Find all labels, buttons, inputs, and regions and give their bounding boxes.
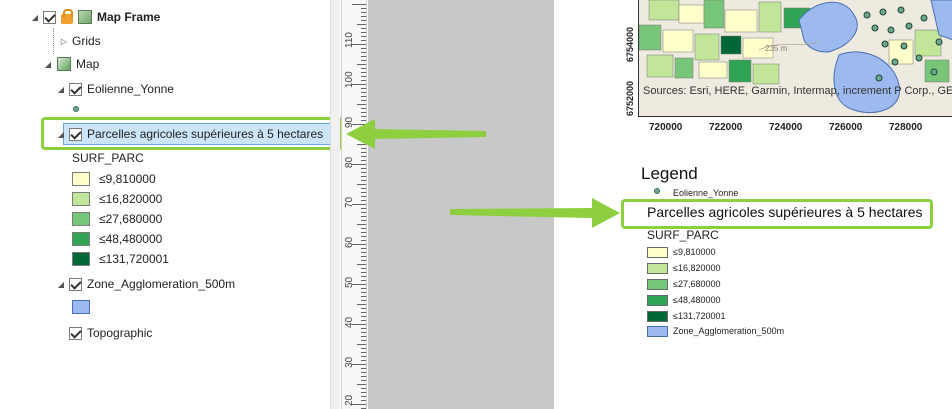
- annotation-arrows: [346, 119, 620, 228]
- arrow-left-icon: [346, 119, 486, 149]
- arrow-right-icon: [450, 198, 620, 228]
